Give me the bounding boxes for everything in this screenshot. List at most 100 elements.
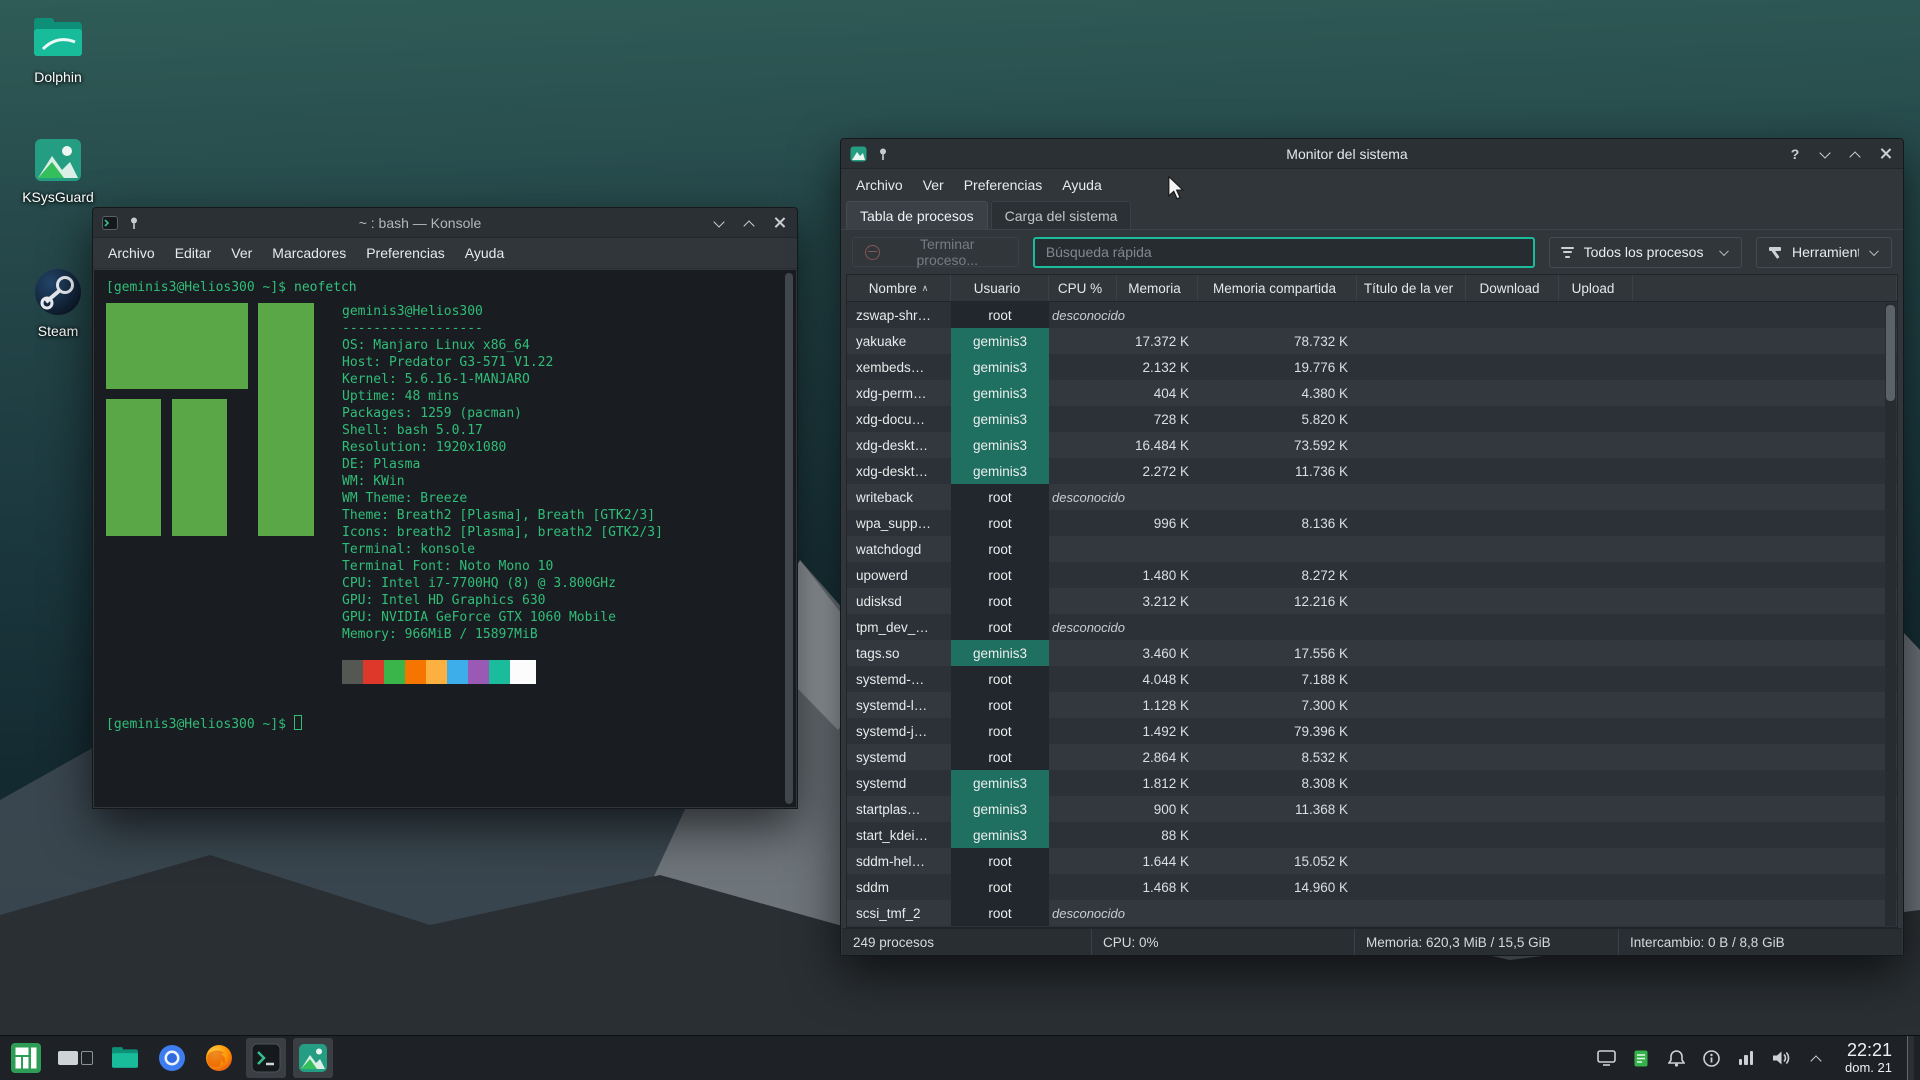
menu-item[interactable]: Preferencias [954, 172, 1053, 198]
process-row[interactable]: scsi_tmf_2 root desconocido [847, 900, 1897, 926]
volume-icon[interactable] [1771, 1048, 1791, 1068]
process-row[interactable]: xdg-docu… geminis3 728 K 5.820 K [847, 406, 1897, 432]
task-ksysguard[interactable] [293, 1038, 333, 1078]
menu-item[interactable]: Archivo [846, 172, 913, 198]
process-row[interactable]: xdg-perm… geminis3 404 K 4.380 K [847, 380, 1897, 406]
app-launcher-button[interactable] [6, 1038, 46, 1078]
process-cpu [1049, 562, 1117, 588]
sysmon-titlebar[interactable]: Monitor del sistema [841, 139, 1903, 169]
terminal[interactable]: [geminis3@Helios300 ~]$neofetch geminis3… [94, 270, 796, 807]
konsole-titlebar[interactable]: ~ : bash — Konsole [93, 208, 797, 238]
search-input[interactable] [1033, 237, 1535, 268]
process-row[interactable]: sddm root 1.468 K 14.960 K [847, 874, 1897, 900]
table-scrollbar-thumb[interactable] [1886, 305, 1895, 401]
menu-item[interactable]: Ayuda [455, 240, 514, 266]
notifications-bell-icon[interactable] [1666, 1048, 1686, 1068]
process-row[interactable]: systemd-l… root 1.128 K 7.300 K [847, 692, 1897, 718]
menu-item[interactable]: Marcadores [262, 240, 356, 266]
process-row[interactable]: watchdogd root [847, 536, 1897, 562]
show-desktop-button[interactable] [1907, 1036, 1914, 1080]
process-shared-memory: 7.188 K [1198, 666, 1357, 692]
tab-system-load[interactable]: Carga del sistema [991, 201, 1132, 229]
column-header[interactable]: Nombre ∧ [847, 275, 951, 301]
minimize-button[interactable] [710, 214, 728, 232]
column-header[interactable]: Título de la ver [1357, 275, 1466, 301]
virtual-desktop-pager[interactable] [53, 1051, 98, 1065]
process-row[interactable]: sddm-hel… root 1.644 K 15.052 K [847, 848, 1897, 874]
status-cell: 249 procesos [842, 929, 1092, 955]
help-button[interactable] [1786, 145, 1804, 163]
tools-dropdown[interactable]: Herramientas [1756, 237, 1892, 268]
column-header[interactable]: Download [1466, 275, 1559, 301]
menu-item[interactable]: Editar [165, 240, 222, 266]
process-row[interactable]: systemd-j… root 1.492 K 79.396 K [847, 718, 1897, 744]
menu-item[interactable]: Ayuda [1052, 172, 1111, 198]
column-header[interactable]: Memoria compartida [1198, 275, 1357, 301]
process-row[interactable]: start_kdei… geminis3 88 K [847, 822, 1897, 848]
display-icon[interactable] [1596, 1048, 1616, 1068]
process-row[interactable]: zswap-shr… root desconocido [847, 302, 1897, 328]
menu-item[interactable]: Archivo [98, 240, 165, 266]
tab-process-table[interactable]: Tabla de procesos [846, 201, 988, 229]
column-header[interactable]: Upload [1559, 275, 1633, 301]
desktop-2-indicator[interactable] [81, 1051, 93, 1065]
process-row[interactable]: tpm_dev_… root desconocido [847, 614, 1897, 640]
tray-expand-icon[interactable] [1806, 1048, 1826, 1068]
ksysguard-icon [34, 138, 82, 182]
close-button[interactable] [770, 214, 788, 232]
column-header[interactable]: Memoria [1117, 275, 1198, 301]
column-header[interactable] [1633, 275, 1897, 301]
process-download [1466, 666, 1559, 692]
column-header[interactable]: Usuario [951, 275, 1049, 301]
process-memory [1117, 614, 1198, 640]
maximize-button[interactable] [740, 214, 758, 232]
process-row[interactable]: systemd root 2.864 K 8.532 K [847, 744, 1897, 770]
process-filler [1633, 354, 1897, 380]
network-icon[interactable] [1736, 1048, 1756, 1068]
updates-icon[interactable] [1631, 1048, 1651, 1068]
desktop-icon-dolphin[interactable]: Dolphin [6, 14, 110, 85]
process-filter-dropdown[interactable]: Todos los procesos [1549, 237, 1742, 268]
column-header[interactable]: CPU % [1049, 275, 1117, 301]
process-row[interactable]: upowerd root 1.480 K 8.272 K [847, 562, 1897, 588]
desktop-icon-ksysguard[interactable]: KSysGuard [6, 138, 110, 205]
table-scrollbar[interactable] [1885, 303, 1896, 926]
process-row[interactable]: yakuake geminis3 17.372 K 78.732 K [847, 328, 1897, 354]
process-row[interactable]: tags.so geminis3 3.460 K 17.556 K [847, 640, 1897, 666]
task-dolphin[interactable] [105, 1038, 145, 1078]
info-icon[interactable] [1701, 1048, 1721, 1068]
minimize-button[interactable] [1816, 145, 1834, 163]
konsole-app-icon [102, 216, 118, 230]
task-firefox[interactable] [199, 1038, 239, 1078]
process-filler [1633, 744, 1897, 770]
process-row[interactable]: wpa_supp… root 996 K 8.136 K [847, 510, 1897, 536]
process-row[interactable]: writeback root desconocido [847, 484, 1897, 510]
process-row[interactable]: xembeds… geminis3 2.132 K 19.776 K [847, 354, 1897, 380]
process-user: root [951, 666, 1049, 692]
process-download [1466, 744, 1559, 770]
clock[interactable]: 22:21 dom. 21 [1845, 1040, 1892, 1076]
process-row[interactable]: systemd-… root 4.048 K 7.188 K [847, 666, 1897, 692]
task-konsole[interactable] [246, 1038, 286, 1078]
process-row[interactable]: udisksd root 3.212 K 12.216 K [847, 588, 1897, 614]
desktop-1-indicator[interactable] [58, 1051, 78, 1065]
maximize-button[interactable] [1846, 145, 1864, 163]
menu-item[interactable]: Ver [913, 172, 954, 198]
process-row[interactable]: systemd geminis3 1.812 K 8.308 K [847, 770, 1897, 796]
menu-item[interactable]: Preferencias [356, 240, 455, 266]
task-chromium[interactable] [152, 1038, 192, 1078]
process-download [1466, 640, 1559, 666]
end-process-button[interactable]: Terminar proceso... [852, 237, 1019, 267]
pin-icon[interactable] [127, 216, 141, 230]
process-window-title [1357, 692, 1466, 718]
pin-icon[interactable] [876, 147, 890, 161]
terminal-scrollbar[interactable] [785, 273, 793, 804]
process-shared-memory [1198, 302, 1357, 328]
neofetch-info: geminis3@Helios300 ------------------ OS… [342, 303, 663, 684]
menu-item[interactable]: Ver [221, 240, 262, 266]
process-row[interactable]: xdg-deskt… geminis3 16.484 K 73.592 K [847, 432, 1897, 458]
process-row[interactable]: startplas… geminis3 900 K 11.368 K [847, 796, 1897, 822]
process-row[interactable]: xdg-deskt… geminis3 2.272 K 11.736 K [847, 458, 1897, 484]
process-filler [1633, 640, 1897, 666]
close-button[interactable] [1876, 145, 1894, 163]
